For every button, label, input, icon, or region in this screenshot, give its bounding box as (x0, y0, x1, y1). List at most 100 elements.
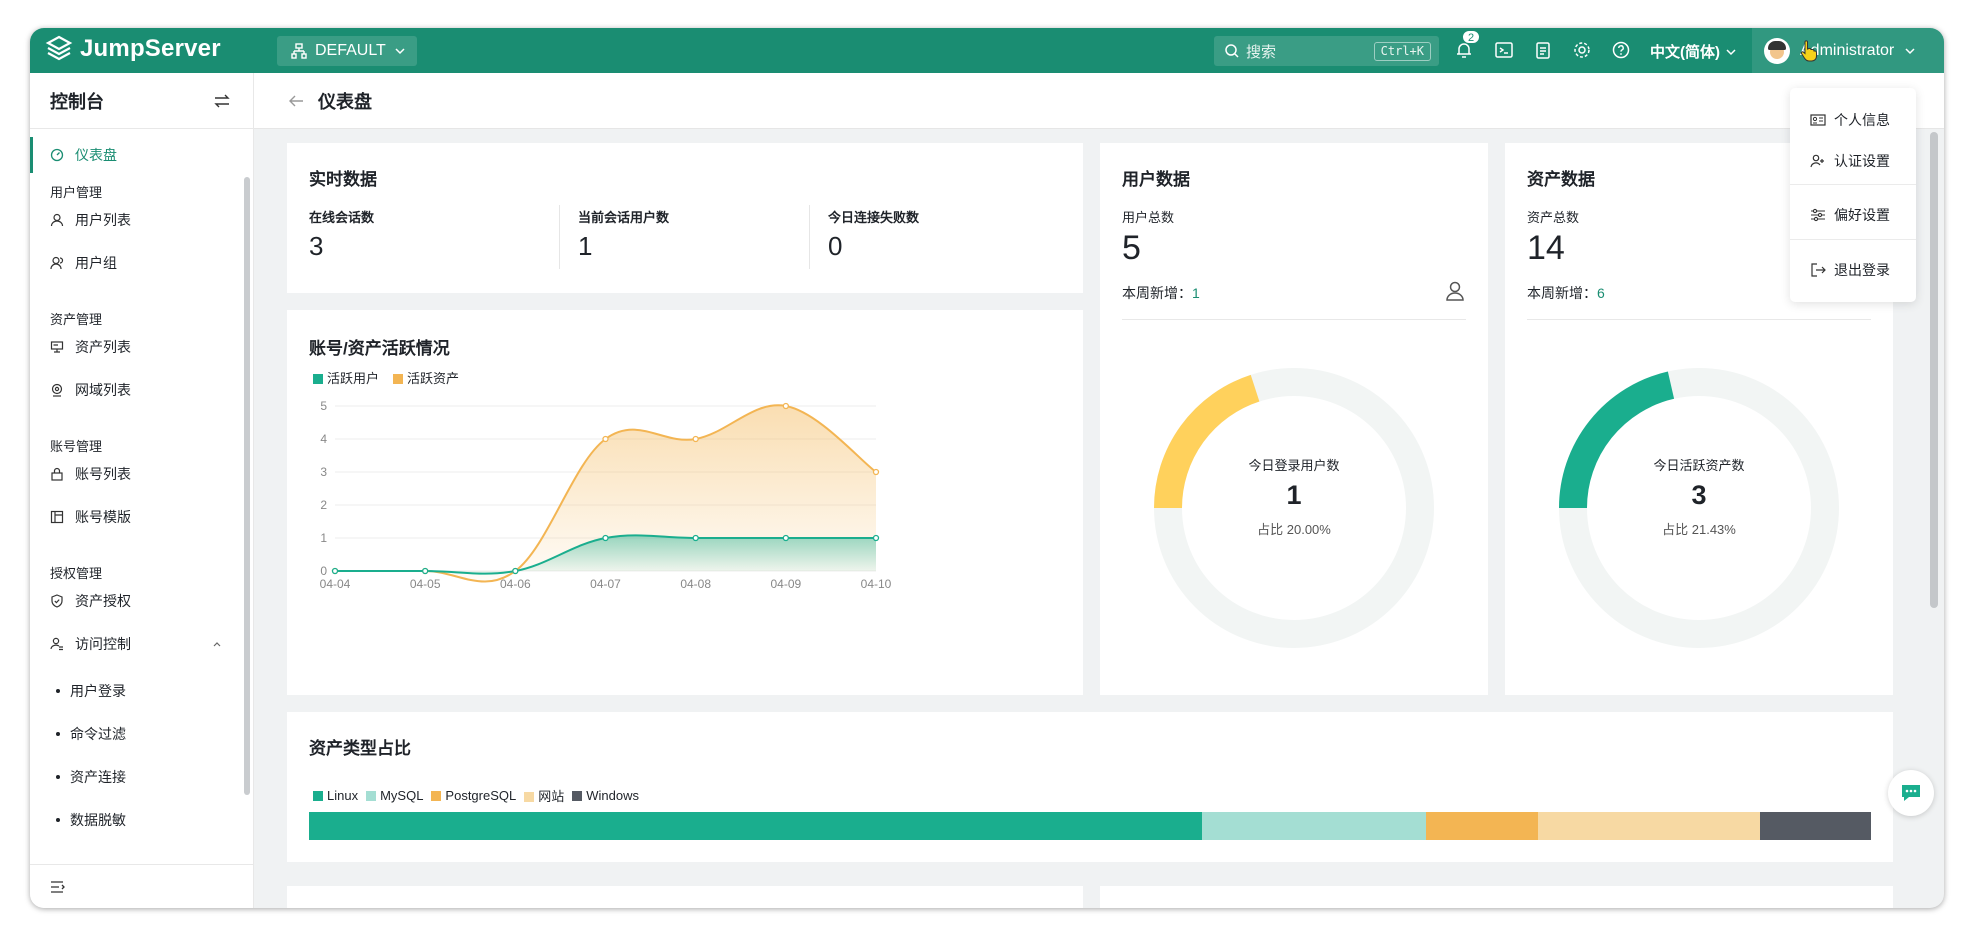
asset-total-label: 资产总数 (1527, 210, 1580, 225)
failed-connections-value[interactable]: 0 (828, 231, 842, 262)
menu-item-preferences[interactable]: 偏好设置 (1810, 205, 1890, 225)
legend-item[interactable]: Linux (313, 788, 358, 803)
bar-segment[interactable] (1202, 812, 1426, 840)
search-placeholder: 搜索 (1246, 43, 1277, 61)
x-tick-label: 04-04 (320, 577, 351, 591)
legend-label: MySQL (380, 788, 424, 803)
legend-item[interactable]: MySQL (366, 788, 423, 803)
sidebar-title: 控制台 (50, 91, 104, 112)
divider (1790, 184, 1916, 185)
divider (1527, 319, 1871, 320)
page-title: 仪表盘 (318, 91, 372, 112)
data-point[interactable] (872, 534, 880, 542)
sidebar-item-access-control[interactable]: 访问控制 (30, 626, 246, 662)
data-point[interactable] (782, 402, 789, 410)
user-total-value[interactable]: 5 (1122, 229, 1141, 268)
bar-segment[interactable] (1760, 812, 1871, 840)
legend-item[interactable]: 网站 (524, 786, 564, 805)
data-point[interactable] (602, 534, 609, 542)
legend-item-users[interactable]: 活跃用户 (313, 368, 379, 387)
sidebar-subitem-asset-connection[interactable]: 资产连接 (56, 767, 126, 787)
sidebar-item-user-group[interactable]: 用户组 (30, 245, 246, 281)
chart-legend: 活跃用户 活跃资产 (313, 368, 459, 387)
sidebar-item-label: 仪表盘 (75, 147, 117, 163)
sidebar-item-user-list[interactable]: 用户列表 (30, 202, 246, 238)
online-sessions-label: 在线会话数 (309, 210, 375, 225)
menu-item-logout[interactable]: 退出登录 (1810, 260, 1890, 280)
sidebar-subitem-data-masking[interactable]: 数据脱敏 (56, 810, 126, 830)
weekly-value[interactable]: 1 (1192, 285, 1200, 301)
bar-segment[interactable] (1538, 812, 1761, 840)
data-point[interactable] (512, 567, 519, 575)
collapse-sidebar-icon[interactable] (50, 880, 66, 894)
sidebar-scrollbar[interactable] (244, 177, 250, 795)
org-name: DEFAULT (315, 42, 386, 59)
data-point[interactable] (602, 435, 609, 443)
weekly-label: 本周新增： (1527, 285, 1597, 301)
legend-label: 网站 (538, 789, 565, 804)
chat-assistant-button[interactable] (1888, 770, 1934, 816)
y-tick-label: 4 (320, 432, 327, 446)
failed-connections-label: 今日连接失败数 (828, 210, 920, 225)
data-point[interactable] (422, 567, 429, 575)
data-point[interactable] (692, 435, 699, 443)
data-point[interactable] (692, 534, 699, 542)
activity-chart-card: 账号/资产活跃情况 活跃用户 活跃资产 0 1 2 3 4 5 04-04 04-05 04-0… (287, 310, 1083, 695)
asset-total-value[interactable]: 14 (1527, 229, 1565, 268)
search-input[interactable]: 搜索 Ctrl+K (1214, 36, 1439, 66)
back-arrow-icon[interactable] (288, 94, 304, 108)
legend-item[interactable]: Windows (572, 788, 639, 803)
search-icon (1225, 44, 1239, 58)
logo[interactable]: JumpServer (44, 34, 221, 64)
clipboard-icon[interactable] (1533, 40, 1553, 60)
user-total-label: 用户总数 (1122, 210, 1175, 225)
bar-segment[interactable] (1425, 812, 1539, 840)
weekly-value[interactable]: 6 (1597, 285, 1605, 301)
page-header: 仪表盘 (254, 73, 1944, 129)
sidebar-item-label: 访问控制 (75, 636, 131, 652)
data-point[interactable] (782, 534, 789, 542)
session-users-value[interactable]: 1 (578, 231, 592, 262)
legend-item-assets[interactable]: 活跃资产 (393, 368, 459, 387)
main-scrollbar[interactable] (1930, 132, 1938, 608)
sidebar-item-asset-list[interactable]: 资产列表 (30, 329, 246, 365)
online-sessions-value[interactable]: 3 (309, 231, 323, 262)
menu-item-auth-settings[interactable]: 认证设置 (1810, 151, 1890, 171)
asset-type-title: 资产类型占比 (309, 739, 411, 758)
sidebar-item-domain-list[interactable]: 网域列表 (30, 372, 246, 408)
sidebar-item-asset-permission[interactable]: 资产授权 (30, 583, 246, 619)
org-icon (291, 43, 307, 59)
data-point[interactable] (872, 468, 880, 476)
sidebar-item-account-list[interactable]: 账号列表 (30, 456, 246, 492)
legend-label: Windows (586, 788, 640, 803)
activity-area-chart: 0 1 2 3 4 5 04-04 04-05 04-06 04-07 04-08 04-09 04-1… (320, 399, 892, 591)
user-menu-trigger[interactable]: Administrator (1752, 28, 1944, 73)
asset-weekly-new: 本周新增：6 (1527, 283, 1605, 303)
user-icon (50, 213, 64, 227)
access-control-icon (50, 637, 63, 651)
sidebar-subitem-user-login[interactable]: 用户登录 (56, 681, 126, 701)
y-tick-label: 0 (320, 564, 327, 578)
partial-card (287, 886, 1083, 908)
x-tick-label: 04-09 (770, 577, 801, 591)
asset-donut-center: 今日活跃资产数 3 占比 21.43% (1599, 455, 1799, 538)
chat-icon (1902, 785, 1920, 801)
sidebar-item-account-template[interactable]: 账号模版 (30, 499, 246, 535)
gear-icon[interactable] (1572, 40, 1592, 60)
sidebar-subitem-command-filter[interactable]: 命令过滤 (56, 724, 126, 744)
legend-item[interactable]: PostgreSQL (431, 788, 516, 803)
bar-segment[interactable] (309, 812, 1203, 840)
language-switcher[interactable]: 中文(简体) (1650, 41, 1737, 62)
chevron-down-icon (1726, 48, 1736, 55)
location-icon (51, 383, 63, 397)
logo-text: JumpServer (80, 35, 221, 62)
switch-view-icon[interactable] (213, 93, 231, 109)
help-icon[interactable] (1611, 40, 1631, 60)
menu-item-profile[interactable]: 个人信息 (1810, 110, 1890, 130)
terminal-icon[interactable] (1494, 40, 1514, 60)
user-data-title: 用户数据 (1122, 170, 1190, 189)
sidebar-item-dashboard[interactable]: 仪表盘 (30, 137, 246, 173)
user-data-card: 用户数据 用户总数 5 本周新增：1 今日登录用户数 1 占比 20.00% (1100, 143, 1488, 695)
data-point[interactable] (331, 567, 339, 575)
org-switcher[interactable]: DEFAULT (277, 36, 417, 66)
